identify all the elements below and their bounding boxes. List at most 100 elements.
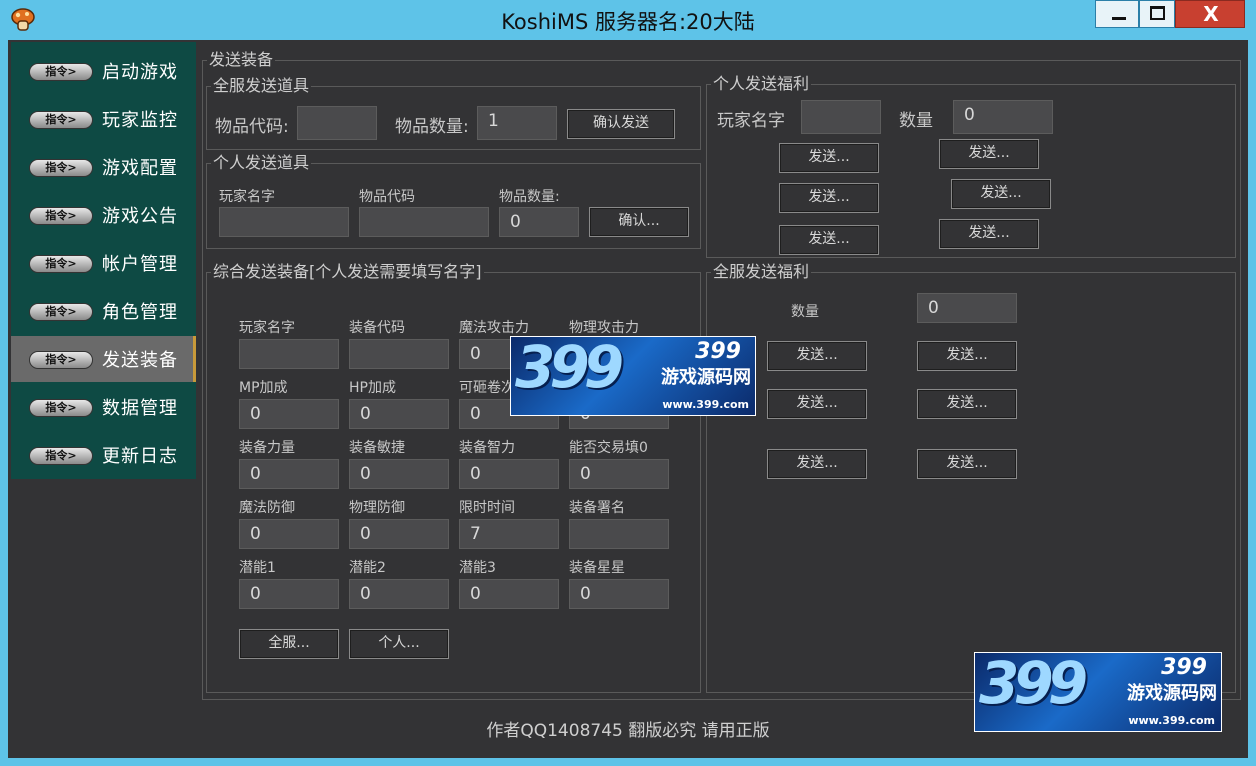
- panel-title: 发送装备: [207, 50, 276, 70]
- personal-item-qty-input[interactable]: 0: [499, 207, 579, 237]
- sidebar-item-label: 发送装备: [102, 350, 178, 371]
- command-pill-icon: 指令>: [29, 399, 93, 417]
- equipment-title: 综合发送装备[个人发送需要填写名字]: [211, 262, 484, 282]
- equipment-field-label: 潜能3: [459, 560, 496, 576]
- personal-welfare-send-button-0[interactable]: 发送...: [779, 143, 879, 173]
- command-pill-icon: 指令>: [29, 351, 93, 369]
- equipment-field-label: 装备署名: [569, 500, 625, 516]
- sidebar-item-label: 更新日志: [102, 446, 178, 467]
- personal-welfare-send-button-4[interactable]: 发送...: [779, 225, 879, 255]
- sidebar-item-label: 帐户管理: [102, 254, 178, 275]
- equipment-field-input[interactable]: 0: [239, 579, 339, 609]
- sidebar-item-7[interactable]: 指令> 数据管理: [11, 384, 196, 430]
- equipment-field-input[interactable]: 0: [459, 579, 559, 609]
- server-item-confirm-button[interactable]: 确认发送: [567, 109, 675, 139]
- server-welfare-group: 全服发送福利 数量 0 发送... 发送... 发送... 发送... 发送... 发送.…: [706, 262, 1236, 693]
- equipment-field-input[interactable]: [239, 339, 339, 369]
- sidebar-item-1[interactable]: 指令> 玩家监控: [11, 96, 196, 142]
- equipment-field-label: 可砸卷次: [459, 380, 515, 396]
- sidebar-item-0[interactable]: 指令> 启动游戏: [11, 48, 196, 94]
- command-pill-icon: 指令>: [29, 255, 93, 273]
- equipment-field-input[interactable]: 0: [349, 399, 449, 429]
- equipment-field-label: 限时时间: [459, 500, 515, 516]
- personal-item-confirm-button[interactable]: 确认...: [589, 207, 689, 237]
- command-pill-icon: 指令>: [29, 63, 93, 81]
- equipment-field-label: 装备星星: [569, 560, 625, 576]
- personal-item-group: 个人发送道具 玩家名字 物品代码 物品数量: 0 确认...: [206, 153, 701, 249]
- command-pill-icon: 指令>: [29, 159, 93, 177]
- equipment-field-input[interactable]: [349, 339, 449, 369]
- server-welfare-send-button-5[interactable]: 发送...: [917, 449, 1017, 479]
- window-title: KoshiMS 服务器名:20大陆: [501, 10, 755, 34]
- equipment-field-label: 装备代码: [349, 320, 405, 336]
- sidebar-item-label: 数据管理: [102, 398, 178, 419]
- app-window: 指令> 启动游戏 指令> 玩家监控 指令> 游戏配置 指令> 游戏公告 指令> 帐户管理 指令> 角色…: [8, 40, 1248, 758]
- watermark-small-number-corner: 399: [1161, 655, 1207, 680]
- sidebar-item-8[interactable]: 指令> 更新日志: [11, 432, 196, 478]
- equipment-field-input[interactable]: 7: [459, 519, 559, 549]
- personal-welfare-send-button-3[interactable]: 发送...: [951, 179, 1051, 209]
- server-welfare-send-button-3[interactable]: 发送...: [917, 389, 1017, 419]
- personal-item-player-input[interactable]: [219, 207, 349, 237]
- sidebar-item-2[interactable]: 指令> 游戏配置: [11, 144, 196, 190]
- sidebar-item-label: 游戏公告: [102, 206, 178, 227]
- server-welfare-send-button-1[interactable]: 发送...: [917, 341, 1017, 371]
- server-welfare-send-button-2[interactable]: 发送...: [767, 389, 867, 419]
- equipment-field-label: 魔法攻击力: [459, 320, 529, 336]
- watermark-site-name: 游戏源码网: [661, 367, 751, 388]
- command-pill-icon: 指令>: [29, 303, 93, 321]
- equipment-field-label: 玩家名字: [239, 320, 295, 336]
- equipment-field-input[interactable]: 0: [569, 459, 669, 489]
- personal-welfare-group: 个人发送福利 玩家名字 数量 0 发送... 发送... 发送... 发送... 发送.…: [706, 74, 1236, 258]
- personal-welfare-send-button-5[interactable]: 发送...: [939, 219, 1039, 249]
- personal-welfare-send-button-1[interactable]: 发送...: [939, 139, 1039, 169]
- server-welfare-qty-input[interactable]: 0: [917, 293, 1017, 323]
- personal-welfare-player-label: 玩家名字: [717, 111, 785, 131]
- equipment-field-label: 装备敏捷: [349, 440, 405, 456]
- watermark-number: 399: [515, 336, 624, 401]
- server-item-code-input[interactable]: [297, 106, 377, 140]
- maximize-icon: [1150, 6, 1165, 20]
- sidebar-item-label: 启动游戏: [102, 62, 178, 83]
- maximize-button[interactable]: [1139, 0, 1175, 28]
- equipment-field-input[interactable]: 0: [349, 459, 449, 489]
- personal-welfare-title: 个人发送福利: [711, 74, 812, 94]
- minimize-button[interactable]: [1095, 0, 1139, 28]
- equipment-field-input[interactable]: 0: [349, 519, 449, 549]
- server-welfare-qty-label: 数量: [791, 304, 819, 320]
- personal-welfare-send-button-2[interactable]: 发送...: [779, 183, 879, 213]
- equipment-field-label: 能否交易填0: [569, 440, 648, 456]
- close-button[interactable]: X: [1175, 0, 1245, 28]
- equipment-field-input[interactable]: 0: [349, 579, 449, 609]
- equipment-field-label: 装备力量: [239, 440, 295, 456]
- equipment-field-input[interactable]: [569, 519, 669, 549]
- equipment-field-input[interactable]: 0: [239, 459, 339, 489]
- personal-item-title: 个人发送道具: [211, 153, 312, 173]
- personal-welfare-qty-input[interactable]: 0: [953, 100, 1053, 134]
- watermark-number-corner: 399: [979, 652, 1088, 717]
- server-item-qty-label: 物品数量:: [395, 117, 469, 137]
- equipment-server-send-button[interactable]: 全服...: [239, 629, 339, 659]
- personal-welfare-player-input[interactable]: [801, 100, 881, 134]
- equipment-personal-send-button[interactable]: 个人...: [349, 629, 449, 659]
- personal-item-qty-label: 物品数量:: [499, 189, 560, 205]
- equipment-field-input[interactable]: 0: [459, 459, 559, 489]
- sidebar-item-3[interactable]: 指令> 游戏公告: [11, 192, 196, 238]
- sidebar-item-5[interactable]: 指令> 角色管理: [11, 288, 196, 334]
- sidebar-item-6[interactable]: 指令> 发送装备: [11, 336, 196, 382]
- equipment-field-label: 潜能1: [239, 560, 276, 576]
- sidebar-item-4[interactable]: 指令> 帐户管理: [11, 240, 196, 286]
- server-welfare-send-button-0[interactable]: 发送...: [767, 341, 867, 371]
- personal-item-code-input[interactable]: [359, 207, 489, 237]
- server-item-code-label: 物品代码:: [215, 117, 289, 137]
- footer-credit: 作者QQ1408745 翻版必究 请用正版: [486, 721, 770, 741]
- server-item-qty-input[interactable]: 1: [477, 106, 557, 140]
- equipment-field-label: 装备智力: [459, 440, 515, 456]
- equipment-field-input[interactable]: 0: [239, 519, 339, 549]
- equipment-field-input[interactable]: 0: [569, 579, 669, 609]
- minimize-icon: [1112, 17, 1126, 20]
- server-welfare-send-button-4[interactable]: 发送...: [767, 449, 867, 479]
- equipment-field-input[interactable]: 0: [239, 399, 339, 429]
- watermark-url: www.399.com: [662, 398, 749, 411]
- personal-item-code-label: 物品代码: [359, 189, 415, 205]
